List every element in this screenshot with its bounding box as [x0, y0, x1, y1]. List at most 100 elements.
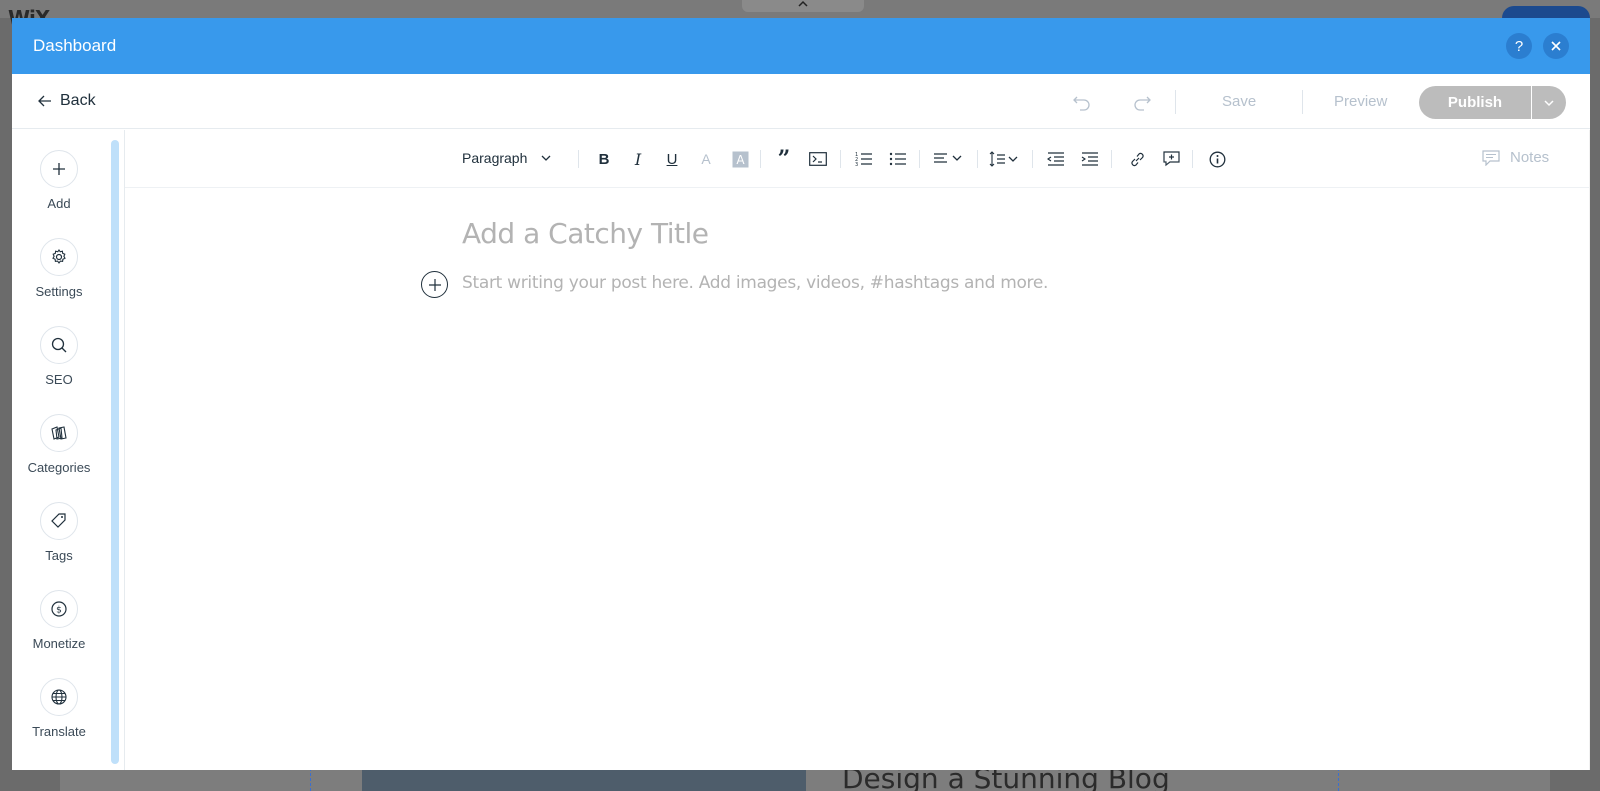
underline-button[interactable]: U: [662, 149, 682, 169]
comment-plus-icon: [1162, 151, 1180, 167]
sidebar-item-translate[interactable]: Translate: [12, 678, 106, 758]
search-icon: [51, 337, 67, 353]
bullet-list-button[interactable]: [888, 149, 908, 169]
code-block-button[interactable]: [808, 149, 828, 169]
paragraph-style-dropdown[interactable]: Paragraph: [462, 150, 551, 166]
italic-button[interactable]: I: [628, 149, 648, 169]
chevron-up-icon: [798, 0, 808, 7]
formatting-toolbar: Paragraph B I U A A ” 1 2 3 Notes: [125, 130, 1589, 188]
italic-icon: I: [634, 149, 642, 169]
notes-label: Notes: [1510, 149, 1550, 166]
quote-icon: ”: [777, 146, 791, 172]
plus-icon: [53, 163, 65, 175]
toolbar-divider: [578, 150, 579, 168]
decrease-indent-button[interactable]: [1046, 149, 1066, 169]
quote-button[interactable]: ”: [774, 146, 794, 172]
toolbar-divider: [1032, 150, 1033, 168]
preview-button[interactable]: Preview: [1334, 93, 1387, 110]
toolbar-divider: [840, 150, 841, 168]
sidebar-item-label: Add: [47, 196, 71, 211]
editor-toolbar: Back Save Preview Publish: [12, 74, 1590, 129]
undo-button[interactable]: [1070, 91, 1094, 115]
svg-text:A: A: [736, 153, 745, 167]
toolbar-divider: [760, 150, 761, 168]
editor-scrollbar[interactable]: ▲ ▼: [1589, 130, 1590, 770]
close-button[interactable]: [1543, 33, 1569, 59]
text-color-button[interactable]: A: [696, 149, 716, 169]
sidebar-item-settings[interactable]: Settings: [12, 238, 106, 318]
svg-text:$: $: [56, 606, 62, 616]
plus-icon: [428, 278, 441, 291]
question-icon: ?: [1514, 37, 1524, 55]
sidebar-item-seo[interactable]: SEO: [12, 326, 106, 406]
back-button[interactable]: Back: [38, 92, 96, 110]
toolbar-divider: [1175, 90, 1176, 114]
paragraph-style-label: Paragraph: [462, 150, 528, 166]
redo-button[interactable]: [1130, 91, 1154, 115]
background-image: [362, 768, 806, 791]
categories-icon: [51, 426, 67, 440]
background-collapse-tab: [742, 0, 864, 12]
increase-indent-button[interactable]: [1080, 149, 1100, 169]
gear-icon: [52, 249, 66, 264]
toolbar-divider: [1111, 150, 1112, 168]
numbered-list-button[interactable]: 123: [854, 149, 874, 169]
toolbar-divider: [1192, 150, 1193, 168]
arrow-left-icon: [38, 95, 51, 107]
add-comment-button[interactable]: [1161, 149, 1181, 169]
indent-icon: [1081, 152, 1098, 166]
info-icon: [1209, 151, 1225, 167]
dollar-icon: $: [51, 601, 67, 617]
add-block-button[interactable]: [421, 271, 448, 298]
underline-icon: U: [666, 150, 678, 168]
toolbar-divider: [977, 150, 978, 168]
bold-button[interactable]: B: [594, 149, 614, 169]
help-button[interactable]: ?: [1506, 33, 1532, 59]
bullet-list-icon: [889, 152, 906, 166]
toolbar-divider: [919, 150, 920, 168]
sidebar-item-label: Settings: [35, 284, 83, 299]
sidebar-scrollbar[interactable]: [111, 140, 119, 764]
chevron-down-icon: [541, 155, 551, 161]
globe-icon: [51, 689, 67, 705]
svg-text:3: 3: [855, 162, 858, 167]
redo-icon: [1134, 96, 1151, 111]
blog-post-editor-modal: Dashboard ? Back Save Preview Publish Ad…: [12, 18, 1590, 770]
link-button[interactable]: [1127, 149, 1147, 169]
modal-header: Dashboard ?: [12, 18, 1590, 74]
post-editor: Paragraph B I U A A ” 1 2 3 Notes Add a …: [125, 130, 1590, 770]
bold-icon: B: [598, 150, 610, 168]
info-button[interactable]: [1207, 149, 1227, 169]
sidebar-item-label: Tags: [45, 548, 73, 563]
alignment-dropdown[interactable]: [931, 149, 965, 169]
numbered-list-icon: 123: [855, 152, 872, 167]
sidebar-item-tags[interactable]: Tags: [12, 502, 106, 582]
line-spacing-icon: [989, 151, 1018, 167]
tag-icon: [51, 513, 66, 528]
background-guide-line: [1338, 768, 1339, 791]
background-guide-line: [310, 768, 311, 791]
highlight-button[interactable]: A: [730, 149, 750, 169]
sidebar-item-label: SEO: [45, 372, 73, 387]
notes-icon: [1482, 149, 1500, 166]
back-label: Back: [60, 92, 96, 109]
save-button[interactable]: Save: [1222, 93, 1256, 110]
outdent-icon: [1047, 152, 1064, 166]
chevron-down-icon: [1544, 99, 1554, 106]
publish-options-button[interactable]: [1532, 86, 1566, 119]
close-icon: [1551, 41, 1561, 51]
post-body-input[interactable]: Start writing your post here. Add images…: [462, 273, 1048, 293]
code-block-icon: [809, 152, 827, 166]
undo-icon: [1073, 96, 1090, 111]
sidebar-item-monetize[interactable]: $ Monetize: [12, 590, 106, 670]
line-spacing-dropdown[interactable]: [987, 149, 1021, 169]
sidebar-item-add[interactable]: Add: [12, 150, 106, 230]
sidebar-item-label: Translate: [32, 724, 86, 739]
sidebar-item-label: Categories: [27, 460, 91, 475]
sidebar-item-categories[interactable]: Categories: [12, 414, 106, 494]
align-left-icon: [934, 153, 962, 163]
text-color-icon: A: [701, 151, 711, 167]
post-title-input[interactable]: Add a Catchy Title: [462, 217, 709, 250]
publish-button[interactable]: Publish: [1419, 86, 1531, 119]
notes-button[interactable]: Notes: [1482, 149, 1549, 166]
